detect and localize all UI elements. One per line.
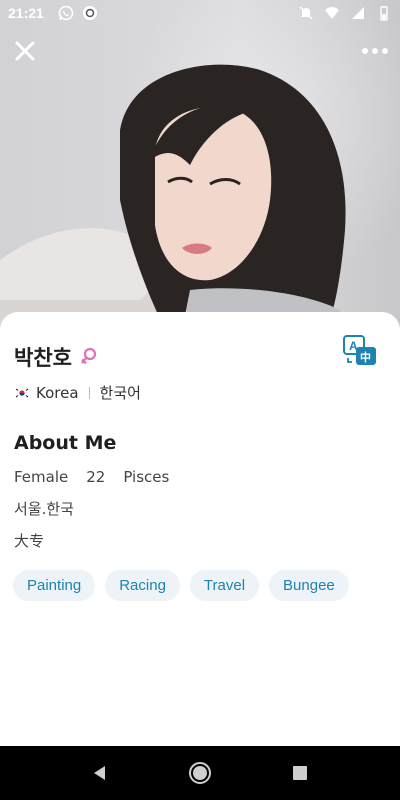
tag-painting[interactable]: Painting xyxy=(13,570,96,601)
more-dots-icon xyxy=(362,48,388,54)
recents-button[interactable] xyxy=(288,761,312,785)
translate-icon: A 中 xyxy=(343,335,376,365)
home-button[interactable] xyxy=(188,761,212,785)
tag-racing[interactable]: Racing xyxy=(105,570,180,601)
tag-bungee[interactable]: Bungee xyxy=(269,570,349,601)
profile-card: 박찬호 A 中 Korea 한국어 About Me Female 22 Pis… xyxy=(0,312,400,746)
tag-travel[interactable]: Travel xyxy=(189,570,260,601)
chat-bubble-icon xyxy=(83,6,97,20)
name-row: 박찬호 xyxy=(14,342,98,372)
translate-button[interactable]: A 中 xyxy=(342,334,378,368)
country-language-row: Korea 한국어 xyxy=(14,382,141,403)
language-label: 한국어 xyxy=(99,384,141,402)
recents-icon xyxy=(293,766,307,780)
country-label: Korea xyxy=(36,383,79,402)
photo-illustration xyxy=(0,64,350,340)
korea-flag-icon xyxy=(14,386,30,399)
basic-info-row: Female 22 Pisces xyxy=(14,468,169,486)
about-me-heading: About Me xyxy=(14,432,117,454)
separator xyxy=(88,386,90,399)
status-time: 21:21 xyxy=(8,5,44,21)
profile-photo[interactable] xyxy=(0,0,400,340)
age-label: 22 xyxy=(86,468,106,486)
navigation-bar xyxy=(0,746,400,800)
education-label: 大专 xyxy=(14,532,45,550)
more-options-button[interactable] xyxy=(360,40,390,62)
profile-name: 박찬호 xyxy=(14,346,72,370)
close-button[interactable] xyxy=(12,38,38,64)
female-gender-icon xyxy=(81,347,97,365)
zodiac-label: Pisces xyxy=(123,468,170,486)
mute-icon xyxy=(299,6,313,20)
interest-tags: Painting Racing Travel Bungee xyxy=(13,570,349,601)
home-icon xyxy=(189,762,211,784)
back-button[interactable] xyxy=(88,761,112,785)
back-icon xyxy=(94,766,105,780)
close-icon xyxy=(15,41,35,61)
battery-icon xyxy=(380,6,388,21)
signal-icon xyxy=(352,7,364,19)
wifi-icon xyxy=(325,7,339,19)
status-bar: 21:21 xyxy=(0,0,400,28)
location-label: 서울.한국 xyxy=(14,500,74,518)
whatsapp-icon xyxy=(58,5,74,21)
gender-label: Female xyxy=(14,468,69,486)
svg-text:中: 中 xyxy=(360,350,371,364)
